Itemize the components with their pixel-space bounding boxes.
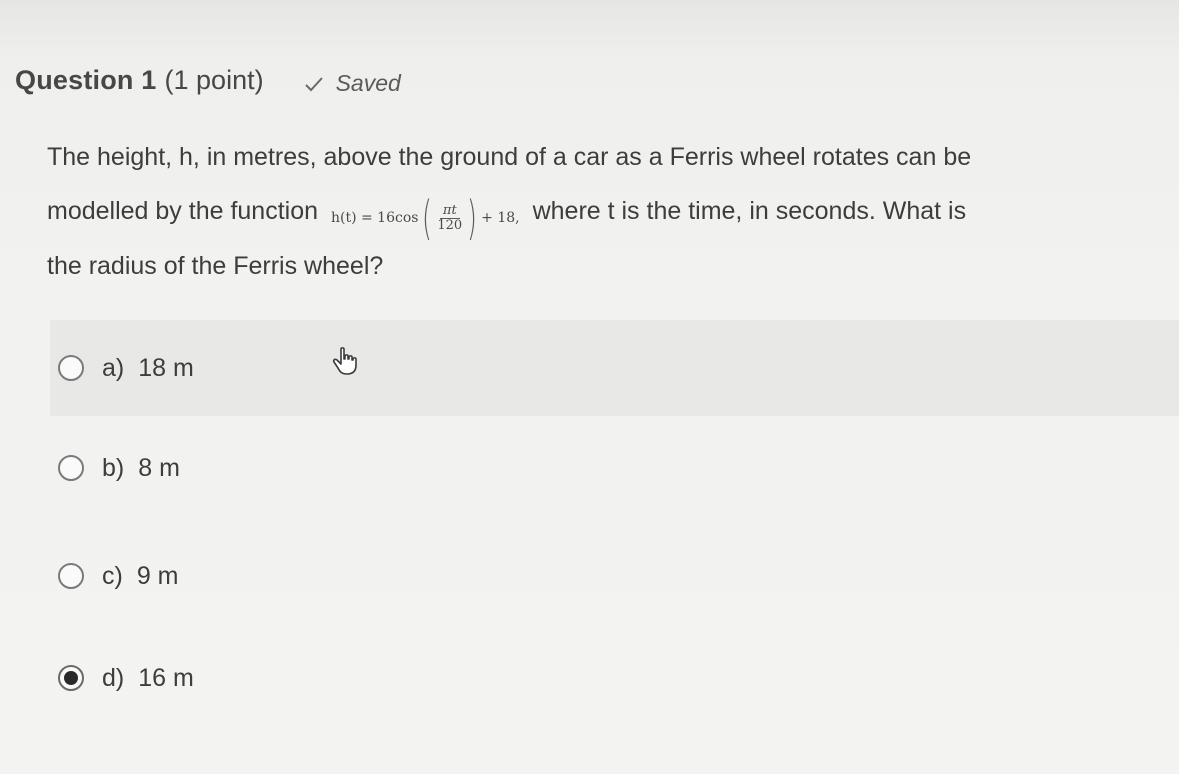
- option-b[interactable]: b) 8 m: [50, 420, 1179, 516]
- option-d[interactable]: d) 16 m: [50, 630, 1179, 726]
- saved-label: Saved: [335, 70, 401, 96]
- option-a[interactable]: a) 18 m: [50, 320, 1179, 416]
- question-header: Question 1 (1 point) Saved: [15, 64, 401, 97]
- option-c-value: 9 m: [136, 561, 179, 590]
- question-title: Question 1: [15, 65, 157, 95]
- option-d-value: 16 m: [138, 663, 194, 692]
- option-c[interactable]: c) 9 m: [50, 528, 1179, 624]
- saved-status: Saved: [304, 70, 401, 97]
- question-line-2-start: modelled by the function: [47, 197, 319, 225]
- fraction-numerator: πt: [439, 203, 460, 219]
- radio-selected-dot: [64, 671, 78, 685]
- radio-a[interactable]: [58, 355, 84, 381]
- option-b-value: 8 m: [138, 453, 180, 482]
- formula-fraction: πt 120: [434, 203, 465, 233]
- radio-b[interactable]: [58, 455, 84, 481]
- radio-c[interactable]: [58, 563, 84, 589]
- right-paren: ): [467, 191, 478, 246]
- option-a-letter: a): [102, 353, 125, 382]
- fraction-denominator: 120: [437, 217, 463, 233]
- question-line-1: The height, h, in metres, above the grou…: [47, 143, 972, 171]
- height-formula: h(t) = 16cos ( πt 120 ) + 18,: [331, 191, 520, 245]
- question-line-3: the radius of the Ferris wheel?: [47, 252, 384, 281]
- hand-pointer-icon: [332, 347, 357, 375]
- question-text: The height, h, in metres, above the grou…: [47, 130, 1157, 293]
- question-line-2: modelled by the function h(t) = 16cos ( …: [47, 184, 1157, 241]
- left-paren: (: [422, 191, 433, 246]
- check-icon: [304, 76, 323, 91]
- option-b-letter: b): [102, 453, 125, 482]
- option-c-letter: c): [102, 561, 123, 590]
- question-points: (1 point): [164, 65, 264, 95]
- option-a-value: 18 m: [138, 353, 194, 382]
- radio-d[interactable]: [58, 665, 84, 691]
- question-line-2-end: where t is the time, in seconds. What is: [532, 197, 967, 225]
- formula-rhs: + 18,: [481, 210, 520, 227]
- quiz-page: Question 1 (1 point) Saved The height, h…: [0, 0, 1179, 774]
- option-d-letter: d): [102, 663, 125, 692]
- formula-lhs: h(t) = 16cos: [330, 210, 419, 227]
